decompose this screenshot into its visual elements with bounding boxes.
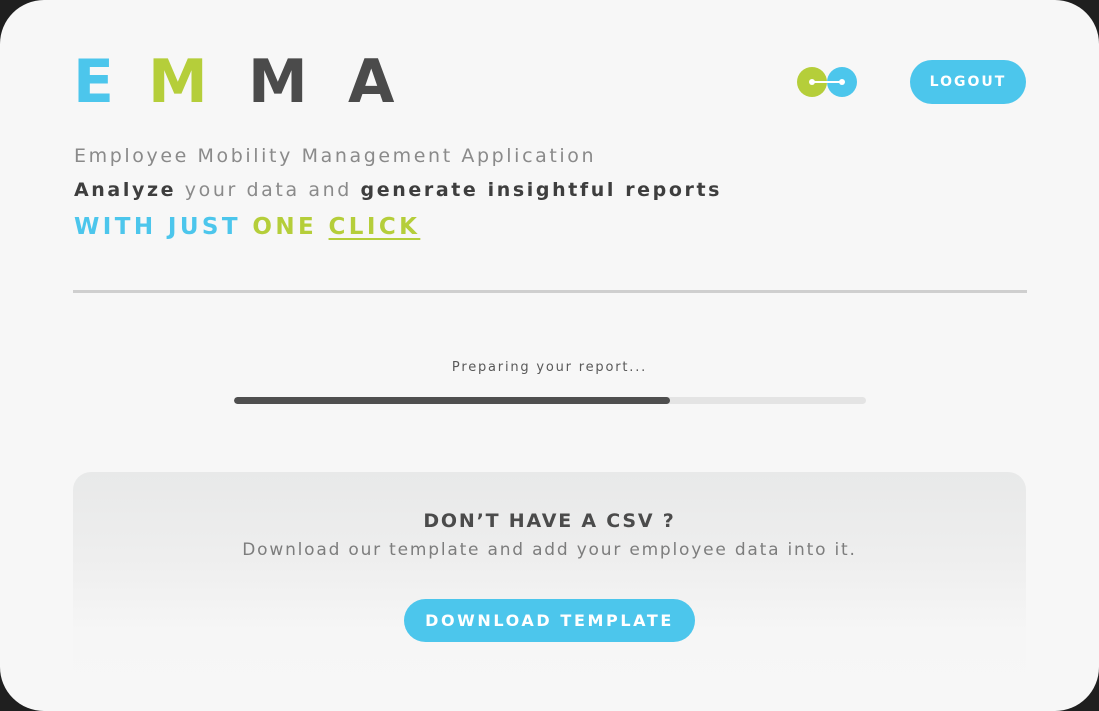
link-icon[interactable] — [796, 64, 860, 100]
csv-card-description: Download our template and add your emplo… — [242, 540, 857, 560]
emma-logo: E M M A — [73, 52, 394, 112]
divider — [73, 290, 1027, 293]
logo-letter-m2: M — [248, 47, 308, 117]
tagline-with-just: WITH JUST — [74, 214, 241, 240]
tagline-analyze: Analyze — [74, 179, 177, 201]
logo-letter-e: E — [73, 47, 114, 117]
tagline-generate: generate insightful reports — [360, 179, 723, 201]
tagline-cta: WITH JUST ONE CLICK — [74, 214, 420, 240]
app-subtitle: Employee Mobility Management Application — [74, 145, 597, 167]
tagline-line: Analyze your data and generate insightfu… — [74, 179, 722, 201]
csv-card-title: DON’T HAVE A CSV ? — [423, 510, 676, 532]
logout-button[interactable]: LOGOUT — [910, 60, 1026, 104]
tagline-click: CLICK — [328, 214, 421, 240]
csv-template-card: DON’T HAVE A CSV ? Download our template… — [73, 472, 1026, 686]
progress-bar-fill — [234, 397, 671, 404]
download-template-button[interactable]: DOWNLOAD TEMPLATE — [404, 599, 695, 642]
progress-label: Preparing your report... — [451, 360, 648, 375]
progress-bar — [234, 397, 866, 404]
logo-letter-m1: M — [148, 47, 208, 117]
tagline-your-data: your data and — [184, 179, 352, 201]
tagline-one: ONE — [252, 214, 318, 240]
app-window: E M M A LOGOUT Employee Mobility Managem… — [0, 0, 1099, 711]
logo-letter-a: A — [348, 47, 395, 117]
